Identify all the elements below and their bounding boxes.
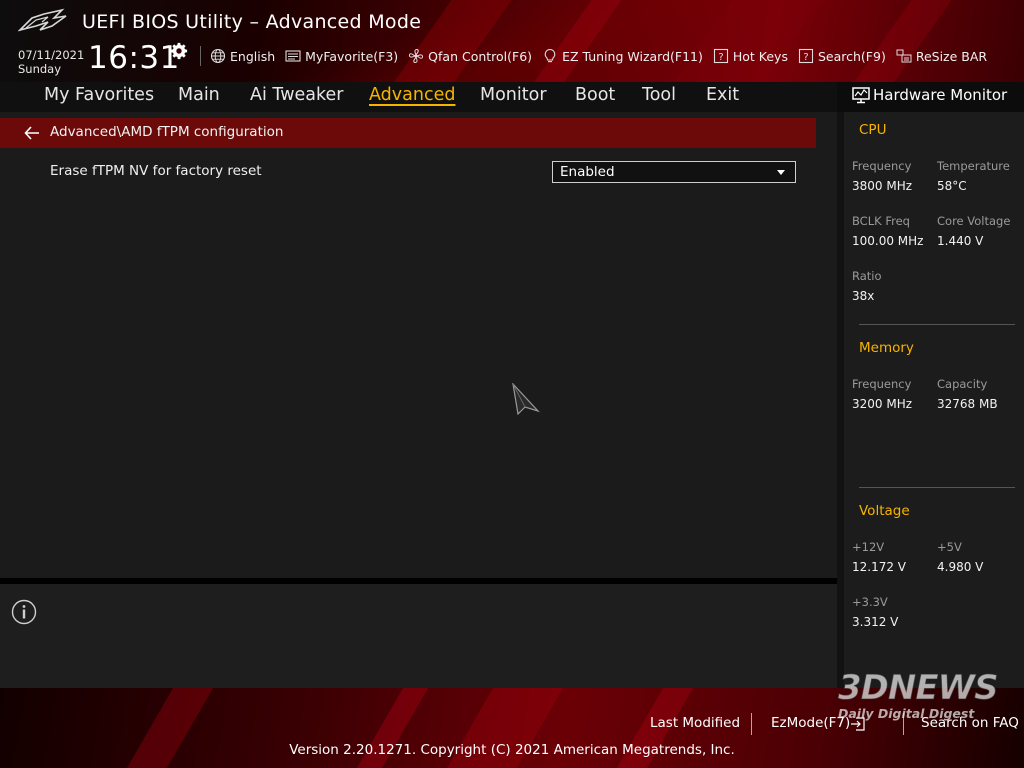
- ratio-label: Ratio: [852, 269, 882, 283]
- gear-icon[interactable]: [170, 42, 188, 60]
- dropdown-value: Enabled: [560, 164, 615, 180]
- hot-keys-button[interactable]: ? Hot Keys: [713, 48, 788, 64]
- cpu-frequency-label: Frequency: [852, 159, 912, 173]
- memory-capacity-label: Capacity: [937, 377, 988, 391]
- memory-section-title: Memory: [859, 340, 914, 356]
- tab-ai-tweaker[interactable]: Ai Tweaker: [250, 85, 343, 105]
- cpu-temperature-value: 58°C: [937, 179, 967, 193]
- v12-label: +12V: [852, 540, 885, 554]
- monitor-icon: [852, 87, 870, 104]
- last-modified-button[interactable]: Last Modified: [650, 715, 740, 731]
- fan-icon: [409, 48, 424, 64]
- ratio-value: 38x: [852, 289, 875, 303]
- v33-label: +3.3V: [852, 595, 888, 609]
- search-label: Search(F9): [817, 48, 886, 64]
- v5-value: 4.980 V: [937, 560, 984, 574]
- bclk-label: BCLK Freq: [852, 214, 910, 228]
- date-display: 07/11/2021 Sunday: [18, 48, 84, 76]
- resize-bar-icon: [896, 49, 912, 63]
- svg-text:?: ?: [718, 52, 723, 63]
- memory-capacity-value: 32768 MB: [937, 397, 998, 411]
- core-voltage-label: Core Voltage: [937, 214, 1011, 228]
- back-arrow-icon[interactable]: [24, 126, 40, 140]
- watermark-logo: 3DNEWS Daily Digital Digest: [838, 668, 1000, 724]
- resize-bar-label: ReSize BAR: [915, 48, 988, 64]
- header-separator: [200, 46, 201, 66]
- search-button[interactable]: ? Search(F9): [798, 48, 886, 64]
- hot-keys-label: Hot Keys: [732, 48, 788, 64]
- myfavorite-button[interactable]: MyFavorite(F3): [285, 48, 398, 64]
- v5-label: +5V: [937, 540, 962, 554]
- breadcrumb-path: Advanced\AMD fTPM configuration: [50, 124, 284, 140]
- lightbulb-icon: [544, 48, 556, 63]
- v12-value: 12.172 V: [852, 560, 907, 574]
- myfavorite-label: MyFavorite(F3): [305, 48, 399, 64]
- bclk-value: 100.00 MHz: [852, 234, 924, 248]
- chevron-down-icon: [777, 170, 785, 175]
- day-text: Sunday: [18, 62, 62, 76]
- section-divider: [859, 324, 1015, 325]
- hardware-monitor-header: Hardware Monitor: [837, 82, 1024, 112]
- breadcrumb: Advanced\AMD fTPM configuration: [0, 118, 816, 148]
- settings-panel: Advanced\AMD fTPM configuration Erase fT…: [0, 112, 837, 578]
- watermark-main-text: 3DNEWS: [838, 668, 1000, 709]
- cpu-temperature-label: Temperature: [937, 159, 1010, 173]
- help-panel: [0, 584, 837, 688]
- info-icon: [11, 599, 37, 625]
- voltage-section-title: Voltage: [859, 503, 910, 519]
- tab-boot[interactable]: Boot: [575, 85, 615, 105]
- svg-text:?: ?: [803, 52, 808, 63]
- tab-advanced[interactable]: Advanced: [369, 85, 455, 105]
- watermark-sub-text: Daily Digital Digest: [838, 706, 975, 721]
- tab-main[interactable]: Main: [178, 85, 220, 105]
- help-box-icon: ?: [713, 48, 728, 64]
- v33-value: 3.312 V: [852, 615, 899, 629]
- search-help-icon: ?: [798, 48, 814, 64]
- cpu-section-title: CPU: [859, 122, 887, 138]
- erase-ftpm-dropdown[interactable]: Enabled: [552, 161, 796, 183]
- clock-display[interactable]: 16:31: [88, 40, 180, 76]
- core-voltage-value: 1.440 V: [937, 234, 984, 248]
- setting-label-erase-ftpm: Erase fTPM NV for factory reset: [50, 163, 262, 179]
- ez-tuning-wizard-button[interactable]: EZ Tuning Wizard(F11): [542, 48, 703, 64]
- copyright-text: Version 2.20.1271. Copyright (C) 2021 Am…: [289, 742, 735, 758]
- tab-monitor[interactable]: Monitor: [480, 85, 547, 105]
- favorite-list-icon: [285, 50, 301, 62]
- toolbar: English MyFavorite(F3) Qfan Control(F6) …: [210, 46, 997, 66]
- qfan-control-label: Qfan Control(F6): [428, 48, 533, 64]
- hardware-monitor-content: CPU Frequency Temperature 3800 MHz 58°C …: [844, 112, 1024, 688]
- qfan-control-button[interactable]: Qfan Control(F6): [408, 48, 532, 64]
- memory-frequency-label: Frequency: [852, 377, 912, 391]
- cpu-frequency-value: 3800 MHz: [852, 179, 913, 193]
- tab-exit[interactable]: Exit: [706, 85, 739, 105]
- language-button[interactable]: English: [210, 48, 275, 64]
- footer-separator: [751, 713, 752, 735]
- tab-tool[interactable]: Tool: [642, 85, 676, 105]
- ez-tuning-wizard-label: EZ Tuning Wizard(F11): [562, 48, 703, 64]
- resize-bar-button[interactable]: ReSize BAR: [896, 48, 987, 64]
- header: UEFI BIOS Utility – Advanced Mode 07/11/…: [0, 0, 1024, 82]
- date-text: 07/11/2021: [18, 48, 85, 62]
- rog-logo-icon: [18, 8, 67, 32]
- tab-my-favorites[interactable]: My Favorites: [44, 85, 154, 105]
- mouse-cursor-icon: [512, 383, 540, 415]
- memory-frequency-value: 3200 MHz: [852, 397, 913, 411]
- hardware-monitor-title: Hardware Monitor: [873, 86, 1008, 104]
- globe-icon: [210, 48, 226, 64]
- main-tabs: My Favorites Main Ai Tweaker Advanced Mo…: [0, 82, 837, 112]
- hardware-monitor-panel: CPU Frequency Temperature 3800 MHz 58°C …: [837, 112, 1024, 688]
- window-title: UEFI BIOS Utility – Advanced Mode: [82, 11, 422, 33]
- section-divider: [859, 487, 1015, 488]
- language-label: English: [230, 48, 276, 64]
